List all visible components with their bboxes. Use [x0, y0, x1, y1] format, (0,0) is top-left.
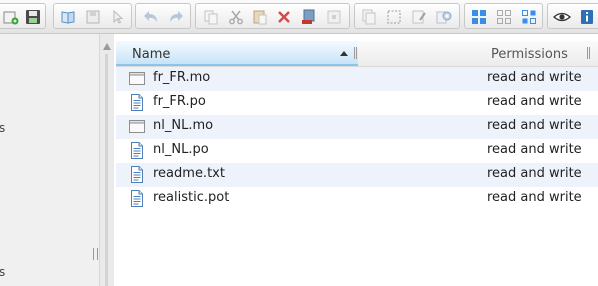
column-resize-grip[interactable] [587, 47, 590, 59]
binary-file-icon [129, 118, 145, 135]
file-permissions: read and write [487, 190, 582, 205]
select-icon [387, 10, 401, 24]
scrollbar-track[interactable] [105, 54, 108, 286]
list-view-button[interactable] [520, 8, 538, 26]
compress-icon [327, 10, 341, 24]
text-file-icon [129, 142, 145, 159]
eye-icon [553, 12, 571, 22]
file-row[interactable]: nl_NL.po read and write [116, 139, 598, 163]
file-name[interactable]: realistic.pot [153, 190, 229, 205]
cut-icon [229, 10, 243, 25]
file-permissions: read and write [487, 94, 582, 109]
toolbar-group-tools [354, 3, 460, 29]
nav-item-partial[interactable]: s [0, 121, 5, 135]
preview-button[interactable] [553, 8, 571, 26]
info-icon [581, 10, 593, 24]
copy-button[interactable] [202, 8, 220, 26]
cut-button[interactable] [227, 8, 245, 26]
settings-icon [436, 11, 452, 24]
redo-button[interactable] [167, 8, 185, 26]
file-name[interactable]: nl_NL.po [153, 142, 209, 157]
sort-ascending-icon [340, 51, 348, 56]
open-book-icon [61, 11, 75, 24]
file-list: Name Permissions fr_FR.mo read and write f… [116, 41, 598, 286]
binary-file-icon [129, 70, 145, 87]
file-permissions: read and write [487, 118, 582, 133]
disk-icon [86, 10, 100, 24]
settings-button[interactable] [435, 8, 453, 26]
file-name[interactable]: nl_NL.mo [153, 118, 213, 133]
delete-button[interactable] [275, 8, 293, 26]
column-header-name[interactable]: Name [116, 41, 358, 66]
file-row[interactable]: readme.txt read and write [116, 163, 598, 187]
file-row[interactable]: nl_NL.mo read and write [116, 115, 598, 139]
undo-icon [144, 11, 157, 22]
icons-view-button[interactable] [470, 8, 488, 26]
toolbar-group-file [0, 3, 46, 29]
nav-item-partial[interactable]: s [0, 265, 5, 279]
file-name[interactable]: fr_FR.mo [153, 70, 210, 85]
column-resize-grip[interactable] [354, 47, 357, 59]
toolbar-group-edit [53, 3, 132, 29]
delete-icon [278, 11, 290, 23]
file-permissions: read and write [487, 142, 582, 157]
file-permissions: read and write [487, 166, 582, 181]
icons-view-icon [472, 10, 486, 24]
rename-icon [412, 10, 426, 24]
scroll-up-arrow-icon[interactable] [103, 43, 111, 50]
small-icons-view-button[interactable] [495, 8, 513, 26]
redo-icon [170, 11, 183, 22]
rename-button[interactable] [410, 8, 428, 26]
toolbar-group-view [464, 3, 543, 29]
column-name-label: Name [132, 47, 171, 62]
paste-button[interactable] [251, 8, 269, 26]
open-button[interactable] [59, 8, 77, 26]
toolbar [0, 0, 598, 34]
save-button[interactable] [24, 8, 42, 26]
toolbar-group-clipboard [195, 3, 350, 29]
cursor-button[interactable] [109, 8, 127, 26]
undo-button[interactable] [142, 8, 160, 26]
toolbar-group-preview [547, 3, 598, 29]
disk-button[interactable] [84, 8, 102, 26]
copy-icon [204, 10, 218, 25]
pane-splitter[interactable] [100, 34, 114, 286]
file-name[interactable]: fr_FR.po [153, 94, 206, 109]
extract-button[interactable] [300, 8, 318, 26]
save-icon [26, 10, 40, 24]
extract-icon [302, 9, 315, 24]
duplicate-button[interactable] [360, 8, 378, 26]
navigation-pane[interactable]: s s [0, 34, 100, 286]
paste-icon [253, 10, 267, 25]
new-folder-button[interactable] [2, 8, 20, 26]
text-file-icon [129, 94, 145, 111]
select-button[interactable] [385, 8, 403, 26]
small-icons-view-icon [497, 10, 511, 24]
file-row[interactable]: fr_FR.po read and write [116, 91, 598, 115]
file-name[interactable]: readme.txt [153, 166, 225, 181]
file-row[interactable]: fr_FR.mo read and write [116, 67, 598, 91]
column-header-permissions[interactable]: Permissions [491, 47, 568, 62]
compress-button[interactable] [325, 8, 343, 26]
duplicate-icon [362, 9, 376, 25]
list-view-icon [522, 10, 536, 24]
toolbar-group-history [135, 3, 191, 29]
info-button[interactable] [578, 8, 596, 26]
file-permissions: read and write [487, 70, 582, 85]
new-folder-icon [3, 11, 19, 25]
pane-resize-grip[interactable] [93, 248, 98, 260]
text-file-icon [129, 166, 145, 183]
file-list-header: Name Permissions [116, 41, 598, 67]
text-file-icon [129, 190, 145, 207]
file-row[interactable]: realistic.pot read and write [116, 187, 598, 211]
cursor-icon [113, 9, 124, 24]
